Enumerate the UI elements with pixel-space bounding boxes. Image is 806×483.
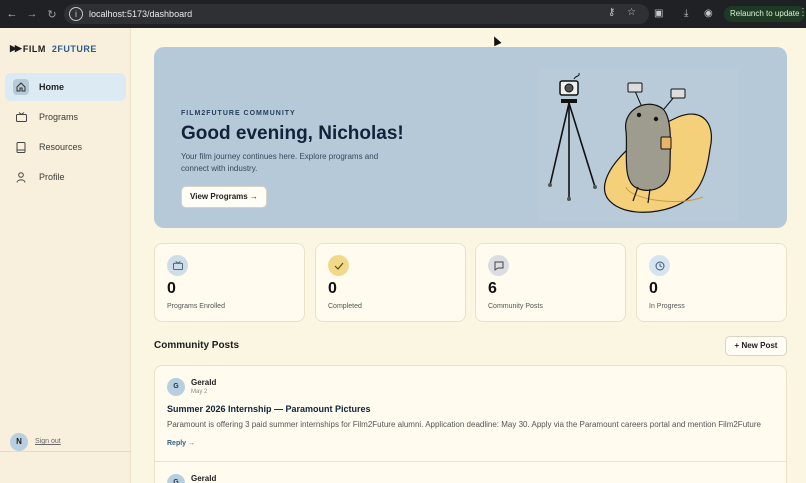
sidebar-item-label: Resources (39, 142, 83, 152)
stat-label: Completed (328, 303, 362, 310)
sidebar-item-profile[interactable]: Profile (5, 163, 126, 191)
url-text: localhost:5173/dashboard (89, 9, 193, 19)
stat-card-community-posts: 6 Community Posts (475, 243, 626, 322)
avatar[interactable]: N (10, 433, 28, 451)
logo[interactable]: ▶▶ FILM 2FUTURE (10, 43, 97, 54)
sidebar-item-resources[interactable]: Resources (5, 133, 126, 161)
stat-value: 0 (328, 280, 337, 297)
stat-card-programs-enrolled: 0 Programs Enrolled (154, 243, 305, 322)
hero-eyebrow: FILM2FUTURE COMMUNITY (181, 110, 296, 117)
post-title[interactable]: Summer 2026 Internship — Paramount Pictu… (167, 404, 371, 414)
logo-play-icon: ▶▶ (10, 43, 22, 53)
menu-kebab-icon[interactable]: ⋮ (798, 7, 806, 18)
mouse-cursor-icon (490, 34, 502, 47)
account-icon[interactable]: ◉ (704, 8, 713, 20)
page-title: Good evening, Nicholas! (181, 123, 404, 144)
stat-card-in-progress: 0 In Progress (636, 243, 787, 322)
stat-label: Community Posts (488, 303, 543, 310)
sidebar-footer-divider (0, 451, 131, 483)
section-title-community-posts: Community Posts (154, 340, 240, 351)
post-body: Paramount is offering 3 paid summer inte… (167, 420, 761, 429)
hero-illustration (538, 69, 738, 221)
check-icon (328, 255, 349, 276)
reload-icon[interactable]: ↻ (42, 8, 62, 21)
sidebar: ▶▶ FILM 2FUTURE Home Programs Resources … (0, 28, 131, 483)
stat-value: 0 (167, 280, 176, 297)
hero-banner: FILM2FUTURE COMMUNITY Good evening, Nich… (154, 47, 787, 228)
logo-text-left: FILM (22, 43, 46, 54)
avatar[interactable]: G (167, 378, 185, 396)
stat-card-completed: 0 Completed (315, 243, 466, 322)
back-arrow-icon[interactable]: ← (2, 8, 22, 20)
sidebar-item-label: Home (39, 82, 65, 92)
beanbag-character-illustration (603, 82, 712, 213)
tv-icon (13, 109, 29, 125)
sign-out-link[interactable]: Sign out (35, 438, 61, 445)
sidebar-item-programs[interactable]: Programs (5, 103, 126, 131)
book-icon (13, 139, 29, 155)
stat-value: 6 (488, 280, 497, 297)
logo-text-right: 2FUTURE (51, 43, 97, 54)
chat-icon (488, 255, 509, 276)
post-author[interactable]: Gerald (191, 378, 216, 387)
tv-icon (167, 255, 188, 276)
post-card: G Gerald (154, 461, 787, 483)
stat-label: Programs Enrolled (167, 303, 225, 310)
key-icon[interactable]: ⚷ (608, 7, 615, 18)
clock-icon (649, 255, 670, 276)
home-icon (13, 79, 29, 95)
tripod-camera-illustration (548, 72, 597, 201)
hero-subtitle: Your film journey continues here. Explor… (181, 152, 379, 173)
site-info-icon[interactable]: i (69, 7, 83, 21)
browser-toolbar: ← → ↻ i localhost:5173/dashboard ⚷ ☆ ▣ ⤓… (0, 0, 806, 28)
tab-search-icon[interactable]: ▣ (654, 8, 663, 20)
address-bar[interactable]: i localhost:5173/dashboard ⚷ ☆ (64, 4, 649, 24)
stat-value: 0 (649, 280, 658, 297)
stat-label: In Progress (649, 303, 685, 310)
star-icon[interactable]: ☆ (627, 7, 636, 18)
reply-link[interactable]: Reply → (167, 440, 195, 447)
view-programs-button[interactable]: View Programs → (181, 186, 267, 208)
forward-arrow-icon[interactable]: → (22, 8, 42, 20)
new-post-button[interactable]: + New Post (725, 336, 787, 356)
relaunch-button[interactable]: Relaunch to update (724, 6, 806, 22)
avatar[interactable]: G (167, 474, 185, 483)
post-author[interactable]: Gerald (191, 474, 216, 483)
download-icon[interactable]: ⤓ (684, 8, 688, 20)
sidebar-item-home[interactable]: Home (5, 73, 126, 101)
sidebar-item-label: Programs (39, 112, 79, 122)
person-icon (13, 169, 29, 185)
sidebar-item-label: Profile (39, 172, 65, 182)
post-card: G Gerald May 2 Summer 2026 Internship — … (154, 365, 787, 462)
post-date: May 2 (191, 389, 208, 395)
